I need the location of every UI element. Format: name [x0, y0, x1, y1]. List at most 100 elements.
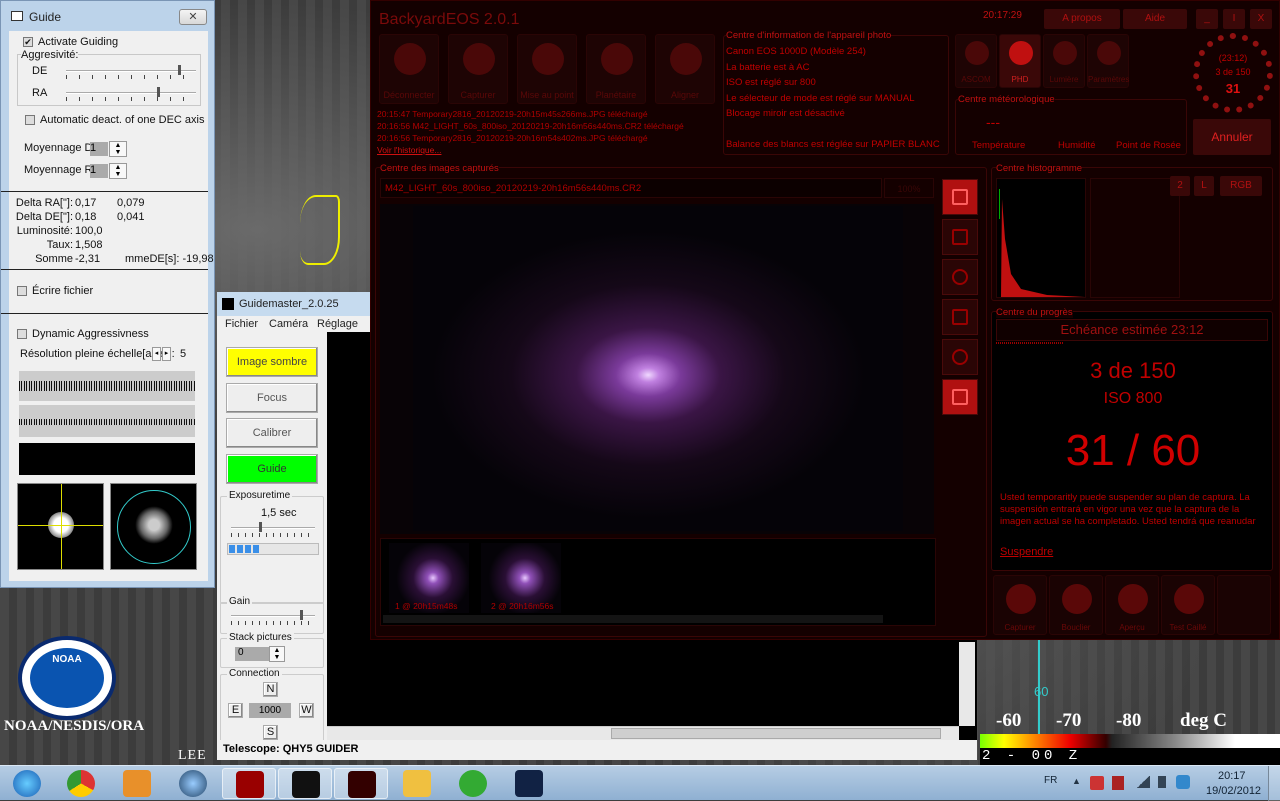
side-button-monitor[interactable] [942, 219, 978, 255]
utorrent-icon [459, 770, 487, 797]
clock-time[interactable]: 20:17 [1218, 770, 1246, 782]
guide-titlebar[interactable]: Guide ✕ [1, 1, 214, 31]
taskbar-media-player[interactable] [110, 768, 164, 799]
guide-button[interactable]: Guide [226, 454, 318, 484]
close-button[interactable]: X [1250, 9, 1272, 29]
tool-3[interactable]: Planétaire [586, 34, 646, 104]
avg-ra-input[interactable]: 1 [90, 164, 108, 178]
vertical-scrollbar[interactable] [959, 642, 975, 726]
check-icon: ✔ [23, 37, 33, 48]
tool-1[interactable]: Capturer [448, 34, 508, 104]
globe-icon [179, 770, 207, 797]
show-hidden-icons[interactable]: ▲ [1072, 776, 1081, 786]
guide-star-view [17, 483, 104, 570]
avg-ra-spinner[interactable]: ▲ ▼ [109, 163, 127, 179]
bottom-tool-3[interactable]: Test Caillé [1161, 575, 1215, 635]
ra-slider[interactable] [66, 87, 196, 97]
taskbar-start[interactable] [0, 768, 54, 799]
volume-icon[interactable] [1158, 776, 1166, 788]
taskbar-utorrent[interactable] [446, 768, 500, 799]
south-button[interactable]: S [263, 725, 278, 740]
plugin-3[interactable]: Paramètres [1087, 34, 1129, 88]
write-file-checkbox[interactable]: Écrire fichier [17, 285, 93, 297]
slider-thumb[interactable] [177, 65, 181, 75]
horizontal-scrollbar[interactable] [327, 726, 959, 740]
activate-guiding-checkbox[interactable]: ✔ Activate Guiding [23, 36, 118, 48]
slider-thumb[interactable] [157, 87, 161, 97]
plugin-1[interactable]: PHD [999, 34, 1041, 88]
thumbnail-scrollbar[interactable] [383, 615, 883, 623]
dropbox-icon[interactable] [1176, 775, 1190, 789]
history-link[interactable]: Voir l'historique... [377, 145, 441, 155]
plugin-2[interactable]: Lumière [1043, 34, 1085, 88]
stack-spinner[interactable]: ▲ ▼ [269, 646, 285, 662]
help-button[interactable]: Aide [1123, 9, 1187, 29]
suspend-note: Usted temporaritly puede suspender su pl… [1000, 492, 1256, 527]
minimize-button[interactable]: _ [1196, 9, 1218, 29]
calibrate-button[interactable]: Calibrer [226, 418, 318, 448]
close-button[interactable]: ✕ [179, 9, 207, 25]
resolution-decrease[interactable]: ◂ [152, 347, 161, 361]
side-button-crosshair[interactable] [942, 259, 978, 295]
menu-fichier[interactable]: Fichier [225, 318, 258, 330]
tool-4[interactable]: Aligner [655, 34, 715, 104]
side-button-paw[interactable] [942, 379, 978, 415]
histogram-rgb-button[interactable]: RGB [1220, 176, 1262, 196]
language-indicator[interactable]: FR [1044, 775, 1057, 786]
menu-camera[interactable]: Caméra [269, 318, 308, 330]
focus-button[interactable]: Focus [226, 383, 318, 413]
de-slider[interactable] [66, 65, 196, 75]
taskbar-guidemaster[interactable] [278, 768, 332, 799]
tool-0[interactable]: Déconnecter [379, 34, 439, 104]
power-icon[interactable] [1112, 776, 1124, 790]
maximize-button[interactable]: I [1223, 9, 1245, 29]
avg-de-spinner[interactable]: ▲ ▼ [109, 141, 127, 157]
taskbar-chrome[interactable] [54, 768, 108, 799]
avg-de-input[interactable]: 1 [90, 142, 108, 156]
north-button[interactable]: N [263, 682, 278, 697]
resolution-increase[interactable]: ▸ [162, 347, 171, 361]
network-icon[interactable] [1136, 776, 1150, 788]
gain-slider[interactable] [231, 610, 315, 620]
cancel-button[interactable]: Annuler [1193, 119, 1271, 155]
zoom-selector[interactable]: 100% [884, 178, 934, 198]
step-input[interactable]: 1000 [249, 703, 291, 718]
west-button[interactable]: W [299, 703, 314, 718]
histogram-2-button[interactable]: 2 [1170, 176, 1190, 196]
auto-deact-checkbox[interactable]: Automatic deact. of one DEC axis [25, 114, 204, 126]
suspend-link[interactable]: Suspendre [1000, 546, 1053, 558]
tool-2[interactable]: Mise au point [517, 34, 577, 104]
action-center-icon[interactable] [1090, 776, 1104, 790]
show-desktop-button[interactable] [1268, 766, 1280, 801]
taskbar-red-app[interactable] [222, 768, 276, 799]
taskbar-stellarium[interactable] [502, 768, 556, 799]
plugin-0[interactable]: ASCOM [955, 34, 997, 88]
east-button[interactable]: E [228, 703, 243, 718]
histogram-l-button[interactable]: L [1194, 176, 1214, 196]
noaa-logo: NOAA [18, 636, 116, 720]
camera-info-line: Balance des blancs est réglée sur PAPIER… [726, 139, 940, 150]
exposure-slider[interactable] [231, 522, 315, 532]
bottom-tool-0[interactable]: Capturer [993, 575, 1047, 635]
bottom-tool-1[interactable]: Bouclier [1049, 575, 1103, 635]
taskbar-explorer[interactable] [390, 768, 444, 799]
refresh-icon [1062, 584, 1092, 614]
eta-progress [996, 342, 1064, 344]
side-button-ring[interactable] [942, 339, 978, 375]
side-button-gear[interactable] [942, 299, 978, 335]
side-button-image[interactable] [942, 179, 978, 215]
taskbar-globe[interactable] [166, 768, 220, 799]
dynamic-aggressiveness-checkbox[interactable]: Dynamic Aggressivness [17, 328, 149, 340]
dark-image-button[interactable]: Image sombre [226, 347, 318, 377]
camera-info-line: Blocage miroir est désactivé [726, 108, 845, 119]
guidemaster-titlebar[interactable]: Guidemaster_2.0.25 [217, 292, 372, 316]
phd-icon [1009, 41, 1033, 65]
planet-icon [532, 43, 564, 75]
settings-puzzle-icon [1097, 41, 1121, 65]
menu-reglage[interactable]: Réglage [317, 318, 358, 330]
about-button[interactable]: A propos [1044, 9, 1120, 29]
clock-date[interactable]: 19/02/2012 [1206, 785, 1261, 797]
stack-input[interactable]: 0 [235, 647, 269, 661]
taskbar-backyardeos[interactable] [334, 768, 388, 799]
bottom-tool-2[interactable]: Aperçu [1105, 575, 1159, 635]
